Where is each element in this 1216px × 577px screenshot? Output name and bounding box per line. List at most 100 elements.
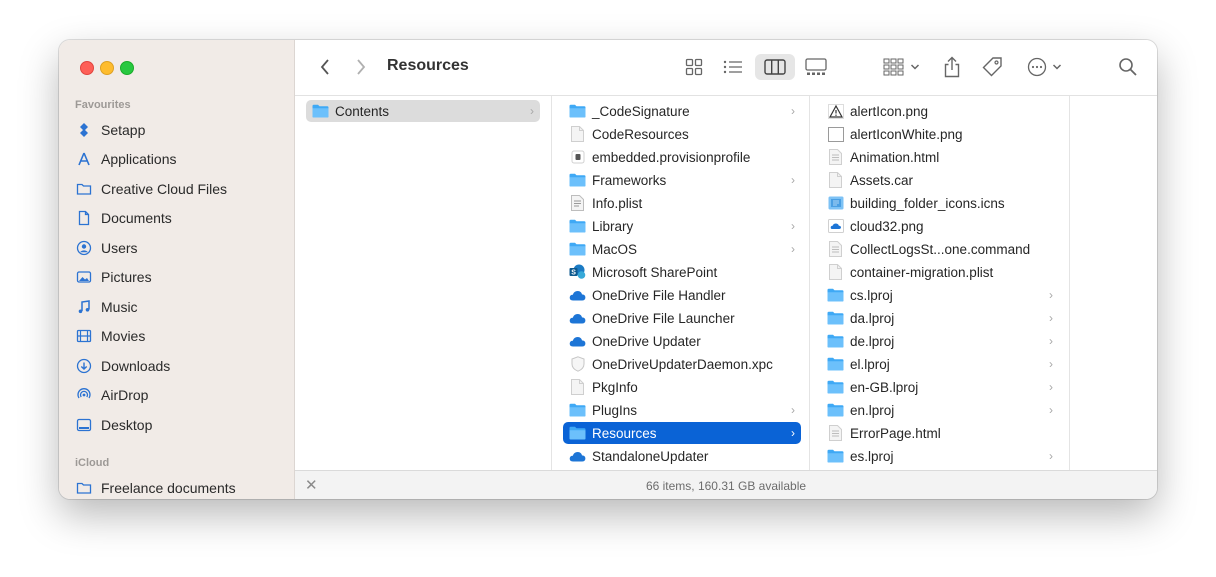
sidebar-item-freelance-documents[interactable]: Freelance documents — [75, 476, 275, 499]
list-view-button[interactable] — [718, 54, 748, 80]
folder-icon — [75, 180, 93, 198]
file-name: Info.plist — [592, 195, 643, 211]
more-actions-button[interactable] — [1023, 54, 1065, 80]
file-row-animation-html[interactable]: Animation.html — [821, 146, 1059, 168]
file-name: Resources — [592, 425, 657, 441]
doc-icon — [827, 149, 844, 165]
sidebar-item-label: Documents — [101, 210, 172, 226]
file-row-container-migration-plist[interactable]: container-migration.plist — [821, 261, 1059, 283]
column-2[interactable]: _CodeSignature › CodeResources embedded.pro… — [552, 96, 810, 470]
icloud-heading: iCloud — [75, 457, 110, 469]
file-row-contents[interactable]: Contents › — [306, 100, 540, 122]
file-name: PlugIns — [592, 402, 638, 418]
gallery-view-button[interactable] — [801, 54, 831, 80]
chevron-right-icon: › — [791, 242, 795, 256]
column-1[interactable]: Contents › — [295, 96, 552, 470]
folder-icon — [827, 448, 844, 464]
file-row-coderesources[interactable]: CodeResources — [563, 123, 801, 145]
file-row-cloud32-png[interactable]: cloud32.png — [821, 215, 1059, 237]
minimize-window-button[interactable] — [100, 61, 114, 75]
file-name: embedded.provisionprofile — [592, 149, 751, 165]
document-icon — [75, 209, 93, 227]
file-row-pkginfo[interactable]: PkgInfo — [563, 376, 801, 398]
status-text: 66 items, 160.31 GB available — [645, 479, 807, 493]
share-icon — [944, 56, 960, 78]
forward-button[interactable] — [351, 54, 371, 80]
sidebar-item-label: AirDrop — [101, 387, 149, 403]
back-button[interactable] — [315, 54, 335, 80]
finder-window: Favourites Setapp Applications Creative … — [59, 40, 1157, 499]
sidebar-item-users[interactable]: Users — [75, 236, 275, 260]
sidebar-item-desktop[interactable]: Desktop — [75, 413, 275, 437]
folder-icon — [569, 425, 586, 441]
file-row-de-lproj[interactable]: de.lproj › — [821, 330, 1059, 352]
sharepoint-icon: S — [569, 264, 586, 280]
favourites-heading: Favourites — [75, 99, 131, 111]
sidebar-item-airdrop[interactable]: AirDrop — [75, 383, 275, 407]
sidebar-item-label: Freelance documents — [101, 480, 236, 496]
folder-icon — [569, 103, 586, 119]
file-row-macos[interactable]: MacOS › — [563, 238, 801, 260]
window-title: Resources — [387, 57, 469, 74]
file-icon — [569, 126, 586, 142]
sidebar-item-music[interactable]: Music — [75, 295, 275, 319]
file-row-alerticonwhite-png[interactable]: alertIconWhite.png — [821, 123, 1059, 145]
tags-button[interactable] — [979, 54, 1005, 80]
file-name: CodeResources — [592, 126, 689, 142]
icon-view-button[interactable] — [679, 54, 709, 80]
folder-icon — [75, 479, 93, 497]
zoom-window-button[interactable] — [120, 61, 134, 75]
sidebar-item-pictures[interactable]: Pictures — [75, 265, 275, 289]
file-row-onedriveupdaterdaemon-xpc[interactable]: OneDriveUpdaterDaemon.xpc — [563, 353, 801, 375]
file-row-collectlogsst-one-command[interactable]: CollectLogsSt...one.command — [821, 238, 1059, 260]
sidebar-item-documents[interactable]: Documents — [75, 206, 275, 230]
file-row-onedrive-file-launcher[interactable]: OneDrive File Launcher — [563, 307, 801, 329]
folder-icon — [827, 287, 844, 303]
search-button[interactable] — [1115, 54, 1141, 80]
file-row-en-gb-lproj[interactable]: en-GB.lproj › — [821, 376, 1059, 398]
file-name: Contents — [335, 103, 390, 119]
file-row-standaloneupdater[interactable]: StandaloneUpdater — [563, 445, 801, 467]
file-name: StandaloneUpdater — [592, 448, 709, 464]
sidebar-item-movies[interactable]: Movies — [75, 324, 275, 348]
airdrop-icon — [75, 386, 93, 404]
file-name: Frameworks — [592, 172, 667, 188]
file-row-assets-car[interactable]: Assets.car — [821, 169, 1059, 191]
file-name: da.lproj — [850, 310, 895, 326]
file-row-es-lproj[interactable]: es.lproj › — [821, 445, 1059, 467]
sidebar-item-creative-cloud-files[interactable]: Creative Cloud Files — [75, 177, 275, 201]
file-row-info-plist[interactable]: Info.plist — [563, 192, 801, 214]
file-row-onedrive-file-handler[interactable]: OneDrive File Handler — [563, 284, 801, 306]
file-row-onedrive-updater[interactable]: OneDrive Updater — [563, 330, 801, 352]
sidebar-item-label: Applications — [101, 151, 177, 167]
file-icon — [569, 379, 586, 395]
file-row-cs-lproj[interactable]: cs.lproj › — [821, 284, 1059, 306]
file-row-alerticon-png[interactable]: alertIcon.png — [821, 100, 1059, 122]
file-row-codesignature[interactable]: _CodeSignature › — [563, 100, 801, 122]
downloads-icon — [75, 357, 93, 375]
sidebar-item-downloads[interactable]: Downloads — [75, 354, 275, 378]
file-row-resources[interactable]: Resources › — [563, 422, 801, 444]
chevron-right-icon: › — [1049, 357, 1053, 371]
icns-icon — [827, 195, 844, 211]
sidebar-item-setapp[interactable]: Setapp — [75, 118, 275, 142]
file-row-library[interactable]: Library › — [563, 215, 801, 237]
close-window-button[interactable] — [80, 61, 94, 75]
file-row-errorpage-html[interactable]: ErrorPage.html — [821, 422, 1059, 444]
share-button[interactable] — [940, 54, 964, 80]
file-row-frameworks[interactable]: Frameworks › — [563, 169, 801, 191]
file-row-el-lproj[interactable]: el.lproj › — [821, 353, 1059, 375]
file-row-plugins[interactable]: PlugIns › — [563, 399, 801, 421]
file-row-da-lproj[interactable]: da.lproj › — [821, 307, 1059, 329]
file-row-en-lproj[interactable]: en.lproj › — [821, 399, 1059, 421]
sidebar: Favourites Setapp Applications Creative … — [59, 40, 295, 499]
sidebar-item-applications[interactable]: Applications — [75, 147, 275, 171]
file-row-microsoft-sharepoint[interactable]: S Microsoft SharePoint — [563, 261, 801, 283]
file-row-embedded-provisionprofile[interactable]: embedded.provisionprofile — [563, 146, 801, 168]
sidebar-item-label: Creative Cloud Files — [101, 181, 228, 197]
group-by-button[interactable] — [880, 54, 922, 80]
column-3[interactable]: alertIcon.png alertIconWhite.png Animation… — [810, 96, 1070, 470]
column-view-button[interactable] — [755, 54, 795, 80]
cloud-icon — [569, 310, 586, 326]
file-row-building-folder-icons-icns[interactable]: building_folder_icons.icns — [821, 192, 1059, 214]
